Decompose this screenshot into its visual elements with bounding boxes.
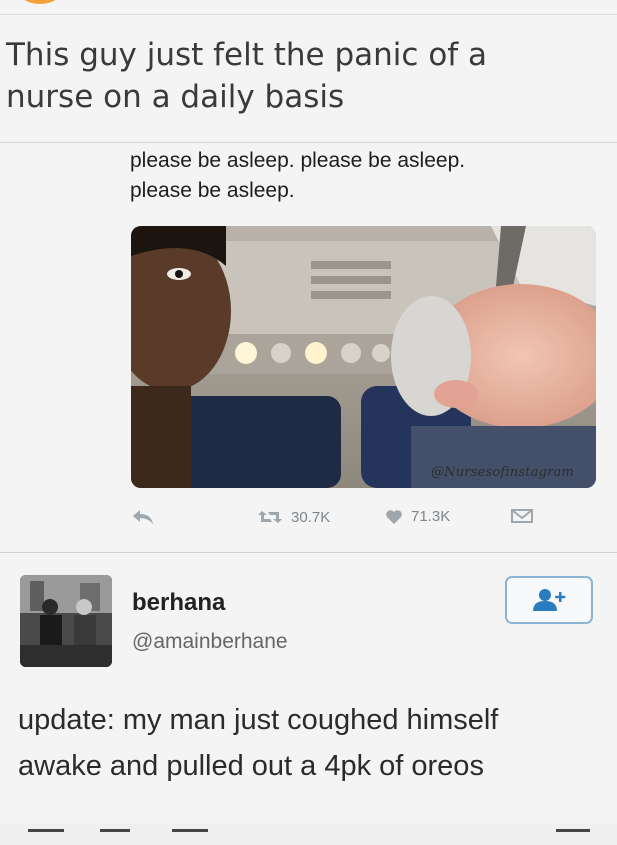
divider <box>100 829 130 832</box>
update-text-line-2: awake and pulled out a 4pk of oreos <box>18 750 484 782</box>
photo-watermark: @Nursesofinstagram <box>430 465 574 480</box>
retweet-icon <box>258 511 282 523</box>
caption-line-2: nurse on a daily basis <box>6 79 345 115</box>
divider <box>172 829 208 832</box>
follow-user-icon <box>533 589 566 611</box>
divider <box>0 142 617 143</box>
follow-button[interactable] <box>505 576 593 624</box>
user-handle[interactable]: @amainberhane <box>132 630 288 654</box>
avatar[interactable] <box>20 575 112 667</box>
tweet-text-line-1: please be asleep. please be asleep. <box>130 149 466 172</box>
display-name[interactable]: berhana <box>132 589 225 617</box>
meme-caption: This guy just felt the panic of a nurse … <box>6 34 606 118</box>
partial-avatar <box>20 0 60 4</box>
heart-icon <box>386 509 402 524</box>
caption-line-1: This guy just felt the panic of a <box>6 37 488 73</box>
message-button[interactable] <box>511 508 533 528</box>
tweet-text: update: my man just coughed himself awak… <box>18 697 608 789</box>
bottom-edge <box>0 824 617 845</box>
update-text-line-1: update: my man just coughed himself <box>18 704 499 736</box>
divider <box>556 829 590 832</box>
tweet-text: please be asleep. please be asleep. plea… <box>130 146 600 206</box>
retweet-count: 30.7K <box>291 508 331 526</box>
tweet-photo[interactable]: @Nursesofinstagram <box>131 226 596 488</box>
avatar-photo <box>20 575 112 667</box>
tweet-text-line-2: please be asleep. <box>130 179 295 202</box>
retweet-button[interactable]: 30.7K <box>257 508 330 526</box>
airplane-selfie-illustration <box>131 226 596 488</box>
tweet-actions: 30.7K 71.3K <box>131 506 601 534</box>
message-icon <box>511 509 533 523</box>
like-button[interactable]: 71.3K <box>385 508 450 525</box>
divider <box>28 829 64 832</box>
reply-button[interactable] <box>131 508 155 530</box>
reply-icon <box>133 510 153 524</box>
divider <box>0 552 617 553</box>
like-count: 71.3K <box>411 508 451 525</box>
divider <box>0 14 617 15</box>
